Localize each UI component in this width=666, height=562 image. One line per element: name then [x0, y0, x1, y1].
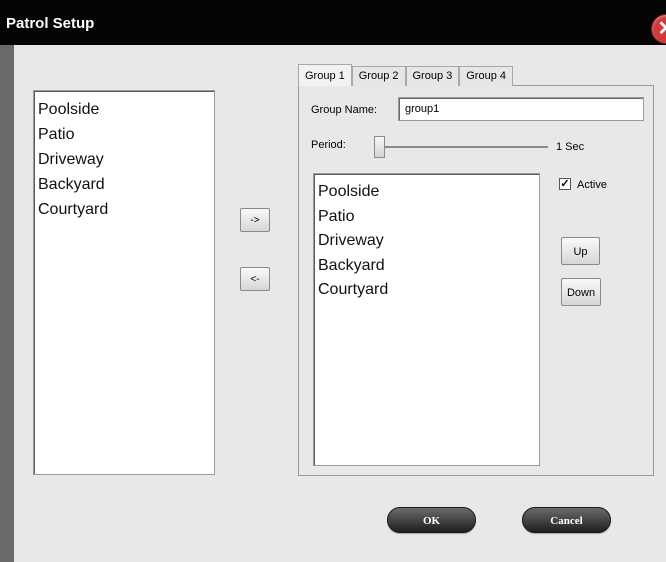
move-down-button[interactable]: Down	[561, 278, 601, 306]
group-presets-list[interactable]: Poolside Patio Driveway Backyard Courtya…	[313, 173, 540, 466]
tab-group-4[interactable]: Group 4	[459, 66, 513, 86]
left-border	[0, 45, 14, 562]
close-icon[interactable]: ✕	[651, 14, 666, 44]
list-item[interactable]: Backyard	[38, 172, 210, 197]
list-item[interactable]: Courtyard	[318, 278, 535, 303]
tab-group-2[interactable]: Group 2	[351, 66, 406, 86]
list-item[interactable]: Poolside	[318, 180, 535, 205]
add-to-group-button[interactable]: ->	[240, 208, 270, 232]
list-item[interactable]: Backyard	[318, 254, 535, 279]
patrol-setup-dialog: Patrol Setup ✕ Poolside Patio Driveway B…	[0, 0, 666, 562]
ok-button[interactable]: OK	[387, 507, 476, 533]
period-slider-thumb[interactable]	[374, 136, 385, 158]
period-slider-track[interactable]	[380, 146, 548, 148]
list-item[interactable]: Patio	[318, 205, 535, 230]
list-item[interactable]: Driveway	[318, 229, 535, 254]
group-name-label: Group Name:	[311, 104, 378, 116]
active-label: Active	[577, 179, 607, 191]
period-label: Period:	[311, 139, 346, 151]
remove-from-group-button[interactable]: <-	[240, 267, 270, 291]
list-item[interactable]: Courtyard	[38, 197, 210, 222]
list-item[interactable]: Patio	[38, 122, 210, 147]
group-name-field[interactable]: group1	[398, 97, 644, 121]
list-item[interactable]: Driveway	[38, 147, 210, 172]
tab-group-1[interactable]: Group 1	[298, 64, 352, 86]
move-up-button[interactable]: Up	[561, 237, 600, 265]
active-checkbox[interactable]: ✓	[559, 178, 571, 190]
list-item[interactable]: Poolside	[38, 97, 210, 122]
cancel-button[interactable]: Cancel	[522, 507, 611, 533]
tab-group-3[interactable]: Group 3	[405, 66, 460, 86]
period-value: 1 Sec	[556, 141, 585, 153]
group-tabs: Group 1 Group 2 Group 3 Group 4	[298, 64, 513, 86]
dialog-title: Patrol Setup	[6, 15, 95, 32]
available-presets-list[interactable]: Poolside Patio Driveway Backyard Courtya…	[33, 90, 215, 475]
title-bar: Patrol Setup ✕	[0, 0, 666, 45]
